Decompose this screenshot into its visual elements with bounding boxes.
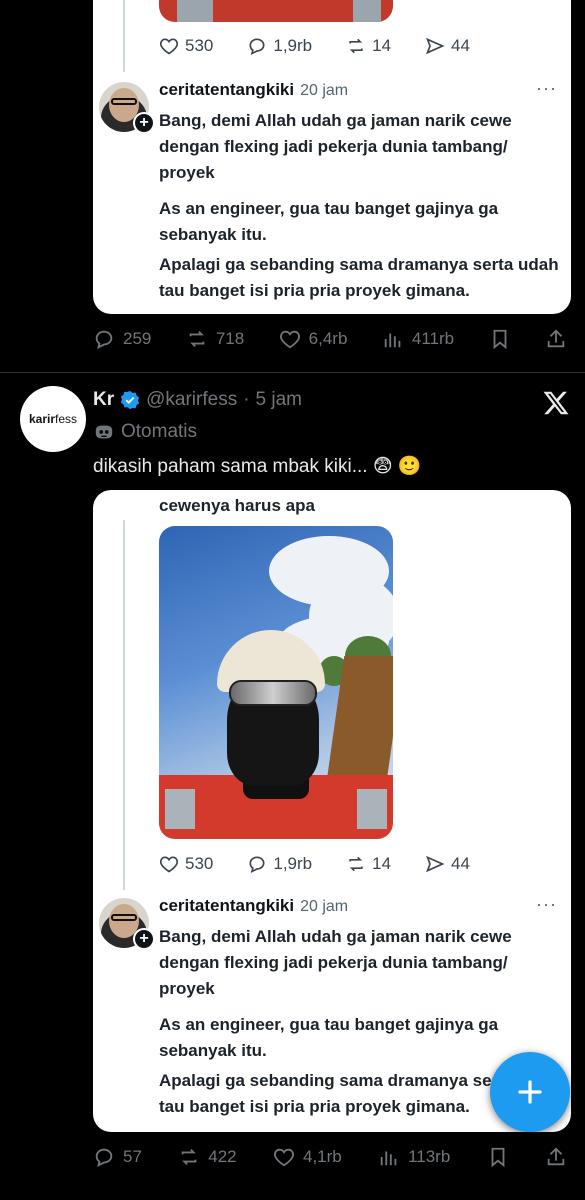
reply-button[interactable]: 259 [93, 328, 151, 350]
bookmark-button[interactable] [487, 1146, 509, 1168]
repost-button[interactable]: 718 [186, 328, 244, 350]
views-button[interactable]: 411rb [382, 328, 454, 350]
tweet-divider [0, 372, 585, 373]
quoted-repost-count: 14 [346, 36, 391, 56]
quoted-header: ceritatentangkiki 20 jam [159, 80, 348, 100]
previous-tweet-actions: 259 718 6,4rb 411rb [93, 328, 573, 350]
send-icon [426, 37, 445, 55]
follow-plus-icon: + [133, 112, 155, 134]
quoted-screenshot-card[interactable]: cewenya harus apa 530 1,9rb 14 44 + ceri… [93, 490, 571, 1132]
quoted-reply-count: 1,9rb [247, 854, 312, 874]
thread-line [123, 0, 125, 72]
quoted-username: ceritatentangkiki [159, 80, 295, 99]
quoted-like-count: 530 [159, 854, 213, 874]
repost-icon [189, 331, 205, 347]
quoted-share-count: 44 [425, 854, 470, 874]
quoted-metrics: 530 1,9rb 14 44 [159, 854, 470, 874]
heart-icon [159, 856, 179, 873]
quoted-paragraph: Bang, demi Allah udah ga jaman narik cew… [159, 927, 512, 998]
quoted-time: 20 jam [300, 82, 349, 99]
compose-fab-button[interactable] [490, 1052, 570, 1132]
send-icon [426, 855, 445, 873]
x-logo-icon [543, 391, 569, 415]
dot-separator: · [243, 389, 250, 410]
like-button[interactable]: 4,1rb [273, 1146, 342, 1168]
handle[interactable]: @karirfess [146, 389, 237, 411]
quoted-screenshot-card-top[interactable]: 530 1,9rb 14 44 + ceritatentangkiki 20 j… [93, 0, 571, 314]
quoted-paragraph: As an engineer, gua tau banget gajinya g… [159, 1015, 499, 1060]
share-icon [547, 1147, 565, 1166]
quoted-share-count: 44 [425, 36, 470, 56]
quoted-more-icon: ··· [536, 78, 557, 98]
quoted-metrics: 530 1,9rb 14 44 [159, 36, 470, 56]
karirfess-avatar[interactable]: karirfess [20, 386, 86, 452]
reply-icon [249, 856, 265, 874]
like-button[interactable]: 6,4rb [279, 328, 347, 350]
reply-button[interactable]: 57 [93, 1146, 142, 1168]
bookmark-icon [491, 1147, 505, 1168]
thread-line [123, 520, 125, 890]
views-icon [380, 1151, 397, 1166]
robot-icon [95, 425, 113, 439]
verified-badge-icon [120, 390, 140, 410]
quoted-time: 20 jam [300, 898, 349, 915]
automated-label: Otomatis [93, 421, 197, 443]
quoted-more-icon: ··· [536, 894, 557, 914]
bookmark-button[interactable] [489, 328, 511, 350]
tweet-actions: 57 422 4,1rb 113rb [93, 1146, 573, 1168]
heart-icon [159, 38, 179, 55]
repost-icon [349, 856, 363, 872]
display-name[interactable]: Kr [93, 389, 114, 411]
share-button[interactable] [545, 328, 567, 350]
quoted-paragraph: As an engineer, gua tau banget gajinya g… [159, 199, 499, 244]
like-icon [279, 330, 300, 349]
quoted-paragraph: Apalagi ga sebanding sama dramanya serta… [159, 255, 559, 300]
tweet-emoji: 😨 🙂 [372, 456, 422, 477]
repost-button[interactable]: 422 [178, 1146, 237, 1168]
quoted-photo-bottom [159, 0, 393, 22]
quoted-paragraph: Bang, demi Allah udah ga jaman narik cew… [159, 111, 512, 182]
views-icon [384, 333, 401, 348]
like-icon [274, 1148, 294, 1167]
quoted-like-count: 530 [159, 36, 213, 56]
repost-icon [349, 38, 363, 54]
share-icon [547, 329, 565, 348]
reply-icon [95, 330, 113, 349]
plus-icon [518, 1080, 542, 1104]
quoted-body: Bang, demi Allah udah ga jaman narik cew… [159, 108, 559, 304]
reply-icon [95, 1148, 113, 1167]
follow-plus-icon: + [133, 928, 155, 950]
quoted-username: ceritatentangkiki [159, 896, 295, 915]
views-button[interactable]: 113rb [378, 1146, 450, 1168]
quoted-caption: cewenya harus apa [159, 496, 315, 515]
tweet-text: dikasih paham sama mbak kiki... 😨 🙂 [93, 456, 422, 477]
quoted-repost-count: 14 [346, 854, 391, 874]
quoted-photo[interactable] [159, 526, 393, 839]
tweet-header: Kr @karirfess · 5 jam [93, 389, 302, 411]
reply-icon [249, 38, 265, 56]
bookmark-icon [493, 329, 506, 350]
quoted-reply-count: 1,9rb [247, 36, 312, 56]
tweet-time[interactable]: 5 jam [256, 389, 302, 411]
repost-icon [181, 1149, 197, 1165]
quoted-header: ceritatentangkiki 20 jam [159, 896, 348, 916]
share-button[interactable] [545, 1146, 567, 1168]
